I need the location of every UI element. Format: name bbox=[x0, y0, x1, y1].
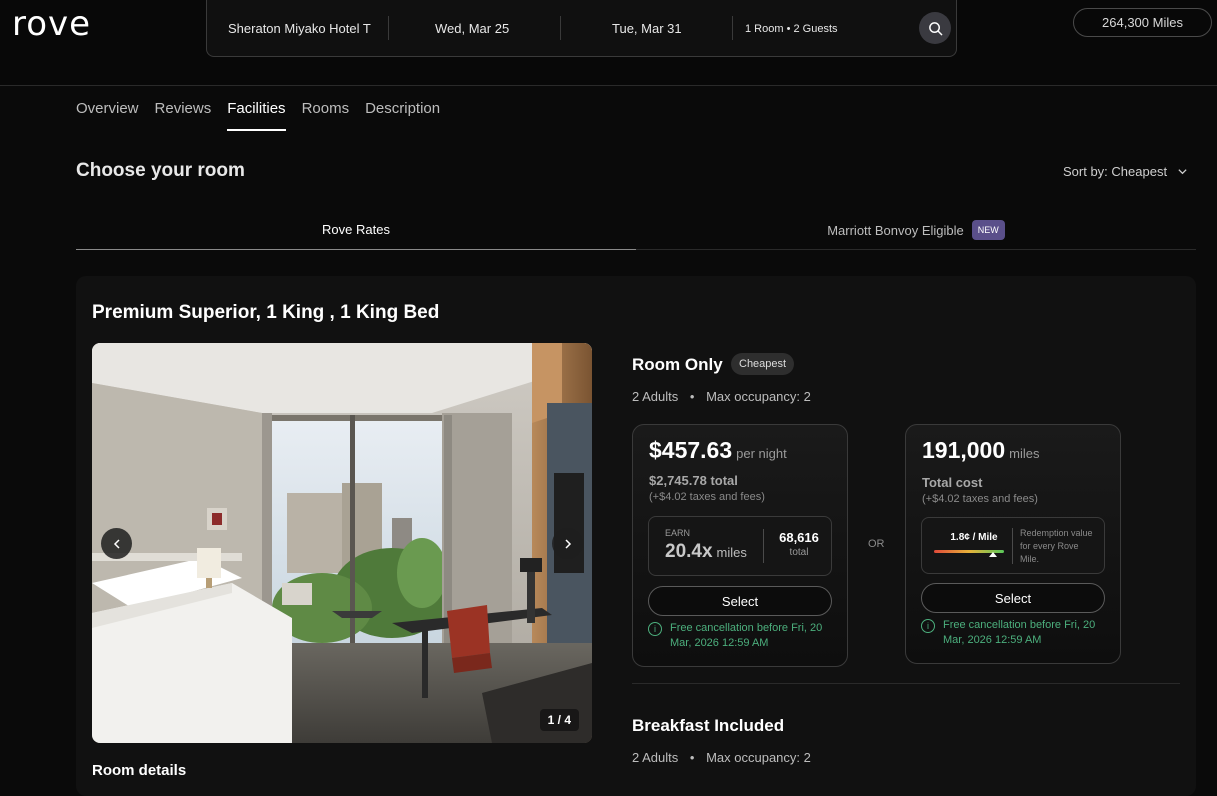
earn-rate: 20.4x miles bbox=[665, 541, 747, 563]
max-occupancy: Max occupancy: 2 bbox=[706, 750, 811, 765]
miles-price: 191,000 miles bbox=[922, 437, 1039, 464]
tab-rove-rates[interactable]: Rove Rates bbox=[76, 210, 636, 250]
bullet-separator: • bbox=[689, 389, 695, 404]
select-miles-button[interactable]: Select bbox=[921, 583, 1105, 613]
gauge-marker-icon bbox=[989, 552, 997, 557]
cancellation-policy: i Free cancellation before Fri, 20 Mar, … bbox=[648, 621, 838, 651]
rate-option-title: Breakfast Included bbox=[632, 716, 785, 735]
miles-price-card: 191,000 miles Total cost (+$4.02 taxes an… bbox=[905, 424, 1121, 664]
chevron-left-icon bbox=[113, 538, 120, 549]
redemption-divider bbox=[1012, 528, 1013, 564]
tab-rooms[interactable]: Rooms bbox=[302, 100, 350, 131]
search-divider bbox=[560, 16, 561, 40]
checkin-field[interactable]: Wed, Mar 25 bbox=[435, 0, 509, 57]
tab-overview[interactable]: Overview bbox=[76, 100, 139, 131]
photo-counter: 1 / 4 bbox=[539, 709, 579, 731]
select-cash-button[interactable]: Select bbox=[648, 586, 832, 616]
earn-total: 68,616 bbox=[779, 530, 819, 545]
info-icon: i bbox=[648, 622, 662, 636]
redemption-value-box: 1.8¢ / Mile Redemption value for every R… bbox=[921, 517, 1105, 574]
miles-balance[interactable]: 264,300 Miles bbox=[1073, 8, 1212, 37]
price-unit: per night bbox=[736, 446, 787, 461]
photo-prev-button[interactable] bbox=[101, 528, 132, 559]
redemption-rate: 1.8¢ / Mile bbox=[950, 532, 998, 543]
earn-multiplier: 20.4x bbox=[665, 541, 713, 562]
taxes-fees: (+$4.02 taxes and fees) bbox=[649, 491, 765, 503]
sort-dropdown[interactable]: Sort by: Cheapest bbox=[1063, 164, 1188, 179]
earn-total-label: total bbox=[789, 547, 809, 558]
destination-field[interactable]: Sheraton Miyako Hotel T bbox=[228, 0, 378, 57]
hotel-tabs: Overview Reviews Facilities Rooms Descri… bbox=[76, 100, 440, 131]
sort-label: Sort by: Cheapest bbox=[1063, 164, 1168, 179]
earn-divider bbox=[763, 529, 764, 563]
miles-taxes-fees: (+$4.02 taxes and fees) bbox=[922, 493, 1038, 505]
occupancy-info: 2 Adults • Max occupancy: 2 bbox=[632, 750, 811, 765]
earn-miles-box: EARN 20.4x miles 68,616 total bbox=[648, 516, 832, 576]
price-value: $457.63 bbox=[649, 437, 733, 463]
nightly-price: $457.63 per night bbox=[649, 437, 787, 464]
occupancy-info: 2 Adults • Max occupancy: 2 bbox=[632, 389, 811, 404]
miles-total-cost: Total cost bbox=[922, 475, 983, 490]
info-icon: i bbox=[921, 619, 935, 633]
room-card: Premium Superior, 1 King , 1 King Bed 1 … bbox=[76, 276, 1196, 796]
tab-reviews[interactable]: Reviews bbox=[155, 100, 212, 131]
max-occupancy: Max occupancy: 2 bbox=[706, 389, 811, 404]
room-photo[interactable]: 1 / 4 bbox=[92, 343, 592, 743]
search-bar: Sheraton Miyako Hotel T Wed, Mar 25 Tue,… bbox=[206, 0, 957, 57]
chevron-right-icon bbox=[564, 538, 571, 549]
search-button[interactable] bbox=[919, 12, 951, 44]
cheapest-badge: Cheapest bbox=[731, 353, 795, 375]
cancellation-text: Free cancellation before Fri, 20 Mar, 20… bbox=[670, 622, 823, 649]
search-divider bbox=[732, 16, 733, 40]
total-price: $2,745.78 total bbox=[649, 473, 738, 488]
chevron-down-icon bbox=[1178, 169, 1187, 175]
adults-count: 2 Adults bbox=[632, 389, 679, 404]
earn-unit: miles bbox=[716, 545, 747, 560]
section-title: Choose your room bbox=[76, 160, 245, 181]
new-badge: NEW bbox=[971, 220, 1005, 240]
cancellation-policy: i Free cancellation before Fri, 20 Mar, … bbox=[921, 618, 1111, 648]
bullet-separator: • bbox=[689, 750, 695, 765]
search-icon bbox=[928, 21, 942, 35]
miles-value: 191,000 bbox=[922, 437, 1006, 463]
cancellation-text: Free cancellation before Fri, 20 Mar, 20… bbox=[943, 619, 1096, 646]
rove-logo[interactable]: rove bbox=[12, 4, 91, 44]
miles-unit: miles bbox=[1009, 446, 1040, 461]
rate-tabs: Rove Rates Marriott Bonvoy Eligible NEW bbox=[76, 210, 1196, 250]
adults-count: 2 Adults bbox=[632, 750, 679, 765]
tab-description[interactable]: Description bbox=[365, 100, 440, 131]
rate-option-title: Room Only bbox=[632, 355, 723, 374]
checkout-field[interactable]: Tue, Mar 31 bbox=[612, 0, 682, 57]
top-bar: rove Sheraton Miyako Hotel T Wed, Mar 25… bbox=[0, 0, 1217, 86]
or-separator: OR bbox=[868, 538, 885, 550]
option-divider bbox=[632, 683, 1180, 684]
marriott-label: Marriott Bonvoy Eligible bbox=[827, 222, 964, 238]
earn-label: EARN bbox=[665, 528, 691, 538]
room-details-heading[interactable]: Room details bbox=[92, 762, 186, 779]
room-title: Premium Superior, 1 King , 1 King Bed bbox=[92, 302, 440, 323]
tab-facilities[interactable]: Facilities bbox=[227, 100, 286, 131]
redemption-text: Redemption value for every Rove Mile. bbox=[1020, 528, 1093, 564]
cash-price-card: $457.63 per night $2,745.78 total (+$4.02… bbox=[632, 424, 848, 667]
search-divider bbox=[388, 16, 389, 40]
tab-marriott-bonvoy[interactable]: Marriott Bonvoy Eligible NEW bbox=[636, 210, 1196, 250]
hotel-room-image bbox=[92, 343, 592, 743]
photo-next-button[interactable] bbox=[552, 528, 583, 559]
guests-field[interactable]: 1 Room • 2 Guests bbox=[745, 0, 838, 57]
